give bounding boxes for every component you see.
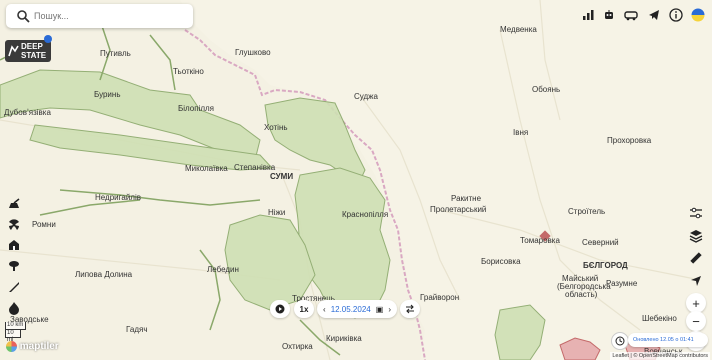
place-label: область) xyxy=(565,290,598,299)
swap-button[interactable] xyxy=(400,300,420,318)
next-day-icon[interactable]: › xyxy=(388,305,391,314)
place-label: Томаровка xyxy=(520,236,560,245)
prev-day-icon[interactable]: ‹ xyxy=(323,305,326,314)
place-label: Ромни xyxy=(32,220,56,229)
updated-badge: Оновлено 12.05 о 01:41 xyxy=(628,333,708,347)
layers-icon[interactable] xyxy=(686,226,706,246)
maptiler-logo[interactable]: maptiler xyxy=(6,341,59,352)
fire-icon[interactable] xyxy=(6,300,22,316)
deepstate-logo[interactable]: DEEP STATE xyxy=(5,40,51,62)
logo-text-line2: STATE xyxy=(21,51,47,60)
place-label: Ракитне xyxy=(451,194,482,203)
place-label: Северний xyxy=(582,238,619,247)
logo-badge xyxy=(44,35,52,43)
scale-km: 10 km xyxy=(5,322,26,330)
place-label: Липова Долина xyxy=(75,270,133,279)
explosion-icon[interactable] xyxy=(6,258,22,274)
place-label: Путивль xyxy=(100,49,131,58)
history-button[interactable] xyxy=(611,332,629,350)
zoom-out-button[interactable]: − xyxy=(686,311,706,331)
maptiler-text: maptiler xyxy=(19,341,59,353)
place-label: Обоянь xyxy=(532,85,561,94)
place-label: Гадяч xyxy=(126,325,148,334)
date-picker: ‹ 12.05.2024 ▣ › xyxy=(317,300,397,318)
place-label: Суджа xyxy=(354,92,378,101)
locate-icon[interactable] xyxy=(686,271,706,291)
place-label: Медвенка xyxy=(500,25,537,34)
artillery-icon[interactable] xyxy=(6,196,22,212)
building-icon[interactable] xyxy=(6,237,22,253)
place-label: Краснопілля xyxy=(342,210,389,219)
place-label: Миколаївка xyxy=(185,164,228,173)
telegram-icon[interactable] xyxy=(644,5,664,25)
place-label: Степанівка xyxy=(234,163,276,172)
radiation-icon[interactable] xyxy=(6,217,22,233)
place-label: Борисовка xyxy=(481,257,521,266)
place-label: СУМИ xyxy=(270,172,294,181)
ukraine-flag-icon[interactable] xyxy=(688,5,708,25)
place-label: Білопілля xyxy=(178,104,215,113)
search-box xyxy=(6,4,193,28)
place-label: Глушково xyxy=(235,48,271,57)
search-icon xyxy=(17,10,30,23)
place-label: Хотінь xyxy=(264,123,288,132)
missile-icon[interactable] xyxy=(6,279,22,295)
place-label: Строїтель xyxy=(568,207,606,216)
scale-mi: 10 mi xyxy=(5,330,21,343)
place-label: Грайворон xyxy=(420,293,460,302)
place-label: Охтирка xyxy=(282,342,313,351)
logo-text-line1: DEEP xyxy=(21,42,43,51)
place-label: БЄЛГОРОД xyxy=(583,261,628,270)
speed-button[interactable]: 1x xyxy=(294,300,314,318)
calendar-icon[interactable]: ▣ xyxy=(376,305,384,314)
zoom-in-button[interactable]: + xyxy=(686,293,706,313)
logo-icon xyxy=(8,45,19,57)
place-label: Разумне xyxy=(606,279,638,288)
place-label: Дубовʼязівка xyxy=(4,108,51,117)
bar-chart-icon[interactable] xyxy=(578,5,598,25)
maptiler-icon xyxy=(6,341,17,352)
robot-icon[interactable] xyxy=(599,5,619,25)
filter-icon[interactable] xyxy=(686,203,706,223)
place-label: Кириківка xyxy=(326,334,362,343)
place-label: Буринь xyxy=(94,90,121,99)
place-label: Ніжи xyxy=(268,208,286,217)
date-input[interactable]: 12.05.2024 xyxy=(331,305,371,314)
place-label: Шебекіно xyxy=(642,314,677,323)
search-input[interactable] xyxy=(34,8,184,24)
scale-bar: 10 km 10 mi xyxy=(5,322,26,343)
place-label: Пролетарський xyxy=(430,205,487,214)
place-label: Прохоровка xyxy=(607,136,652,145)
place-label: Лебедин xyxy=(207,265,239,274)
place-label: Івня xyxy=(513,128,529,137)
place-label: Недригайлів xyxy=(95,193,141,202)
info-icon[interactable] xyxy=(666,5,686,25)
map-attribution[interactable]: Leaflet | © OpenStreetMap contributors xyxy=(610,352,710,360)
vehicle-icon[interactable] xyxy=(621,5,641,25)
play-button[interactable] xyxy=(270,300,290,318)
ruler-icon[interactable] xyxy=(686,248,706,268)
place-label: Тьоткіно xyxy=(173,67,204,76)
